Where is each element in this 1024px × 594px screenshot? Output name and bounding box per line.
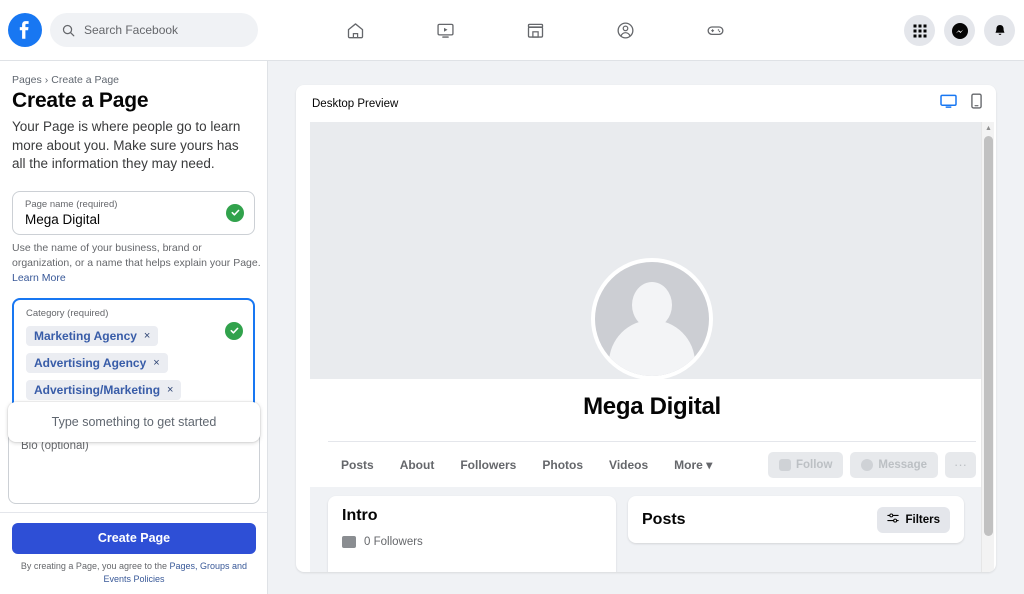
category-tag-label: Advertising/Marketing (34, 382, 161, 397)
scrollbar-thumb[interactable] (984, 136, 993, 536)
category-tag-label: Advertising Agency (34, 355, 147, 370)
topbar-nav-tabs (310, 0, 760, 61)
scroll-up-arrow-icon[interactable]: ▲ (982, 122, 995, 135)
groups-icon (616, 22, 634, 39)
category-label: Category (required) (26, 307, 109, 319)
preview-header-title: Desktop Preview (312, 97, 399, 110)
page-name-label: Page name (required) (25, 198, 118, 210)
preview-card: Desktop Preview Mega Digital Posts About… (296, 85, 996, 572)
create-page-form-panel: Pages › Create a Page Create a Page Your P… (0, 61, 268, 594)
form-footer: Create Page By creating a Page, you agre… (0, 511, 267, 594)
gaming-icon (706, 26, 724, 36)
follow-icon (778, 458, 791, 471)
preview-content-columns: Intro 0 Followers Posts Filters (310, 487, 994, 572)
topbar-left-group: Search Facebook (0, 13, 258, 47)
tab-posts[interactable]: Posts (328, 458, 387, 472)
filters-icon (887, 512, 900, 527)
category-suggestions-dropdown[interactable]: Type something to get started (8, 402, 260, 442)
tab-photos[interactable]: Photos (529, 458, 596, 472)
avatar[interactable] (591, 258, 713, 380)
search-input[interactable]: Search Facebook (50, 13, 258, 47)
category-tag-remove-icon[interactable]: × (153, 357, 159, 369)
page-title: Create a Page (12, 89, 149, 112)
default-avatar-icon (595, 262, 709, 376)
message-label: Message (878, 458, 927, 471)
terms-prefix: By creating a Page, you agree to the (20, 560, 170, 571)
nav-watch-tab[interactable] (400, 8, 490, 54)
page-name-helper-body: Use the name of your business, brand or … (12, 241, 261, 270)
intro-card: Intro 0 Followers (328, 496, 616, 572)
page-description: Your Page is where people go to learn mo… (12, 119, 241, 172)
home-icon (347, 23, 363, 39)
preview-header: Desktop Preview (296, 85, 996, 122)
category-tag-label: Marketing Agency (34, 328, 137, 343)
messenger-small-icon (861, 458, 874, 471)
tab-more-label: More (674, 457, 703, 472)
category-tag-remove-icon[interactable]: × (167, 384, 173, 396)
tab-more[interactable]: More ▾ (661, 458, 725, 472)
nav-groups-tab[interactable] (580, 8, 670, 54)
more-options-button[interactable]: ··· (945, 451, 976, 478)
intro-followers-text: 0 Followers (364, 536, 423, 548)
message-button[interactable]: Message (850, 451, 938, 478)
dropdown-hint-text: Type something to get started (51, 415, 217, 429)
intro-followers-row: 0 Followers (342, 536, 602, 548)
learn-more-link[interactable]: Learn More (12, 272, 66, 284)
preview-page-body: Mega Digital Posts About Followers Photo… (310, 122, 994, 572)
category-tag-list: Marketing Agency × Advertising Agency × … (26, 319, 241, 400)
intro-heading: Intro (342, 507, 378, 524)
topbar-right-group (904, 0, 1015, 61)
preview-scrollbar[interactable]: ▲ ▼ (981, 122, 994, 572)
nav-home-tab[interactable] (310, 8, 400, 54)
preview-tab-row: Posts About Followers Photos Videos More… (328, 441, 976, 487)
messenger-icon[interactable] (944, 15, 975, 46)
preview-area: Desktop Preview Mega Digital Posts About… (268, 61, 1024, 594)
filters-button[interactable]: Filters (877, 506, 950, 533)
facebook-logo-icon[interactable] (8, 13, 42, 47)
posts-heading: Posts (642, 510, 686, 528)
tab-about[interactable]: About (387, 458, 448, 472)
filters-label: Filters (905, 513, 940, 526)
breadcrumb-separator: › (44, 74, 49, 86)
terms-text: By creating a Page, you agree to the Pag… (12, 560, 256, 586)
preview-action-buttons: Follow Message ··· (767, 451, 976, 478)
mobile-icon[interactable] (971, 93, 982, 114)
grid-menu-icon[interactable] (904, 15, 935, 46)
marketplace-icon (527, 23, 543, 38)
follow-button[interactable]: Follow (767, 451, 844, 478)
followers-icon (342, 536, 356, 548)
chevron-down-icon: ▾ (706, 457, 713, 472)
nav-gaming-tab[interactable] (670, 8, 760, 54)
preview-device-toggle (940, 93, 982, 114)
breadcrumb: Pages › Create a Page (12, 74, 255, 86)
breadcrumb-root[interactable]: Pages (12, 74, 42, 86)
create-page-button[interactable]: Create Page (12, 522, 256, 554)
posts-card: Posts Filters (628, 496, 964, 543)
page-name-field[interactable]: Page name (required) Mega Digital (12, 190, 255, 235)
breadcrumb-current: Create a Page (51, 74, 119, 86)
page-name-value: Mega Digital (25, 212, 101, 228)
tab-followers[interactable]: Followers (447, 458, 529, 472)
watch-icon (436, 23, 454, 38)
category-tag[interactable]: Advertising/Marketing × (26, 379, 182, 400)
notifications-icon[interactable] (984, 15, 1015, 46)
nav-marketplace-tab[interactable] (490, 8, 580, 54)
tab-videos[interactable]: Videos (596, 458, 661, 472)
page-name-helper-text: Use the name of your business, brand or … (12, 241, 262, 287)
desktop-icon[interactable] (940, 94, 957, 114)
preview-page-name: Mega Digital (583, 393, 721, 420)
category-valid-check-icon (225, 321, 243, 340)
page-name-valid-check-icon (226, 203, 244, 222)
facebook-create-page-screen: Search Facebook Pages › Create a Page Cr… (0, 0, 1024, 594)
top-navigation-bar: Search Facebook (0, 0, 1024, 61)
category-tag-remove-icon[interactable]: × (144, 330, 150, 342)
search-placeholder: Search Facebook (84, 23, 179, 37)
category-tag[interactable]: Advertising Agency × (26, 352, 168, 373)
avatar-body-shape (609, 320, 695, 376)
category-tag[interactable]: Marketing Agency × (26, 325, 159, 346)
search-icon (62, 24, 75, 36)
follow-label: Follow (795, 458, 833, 471)
